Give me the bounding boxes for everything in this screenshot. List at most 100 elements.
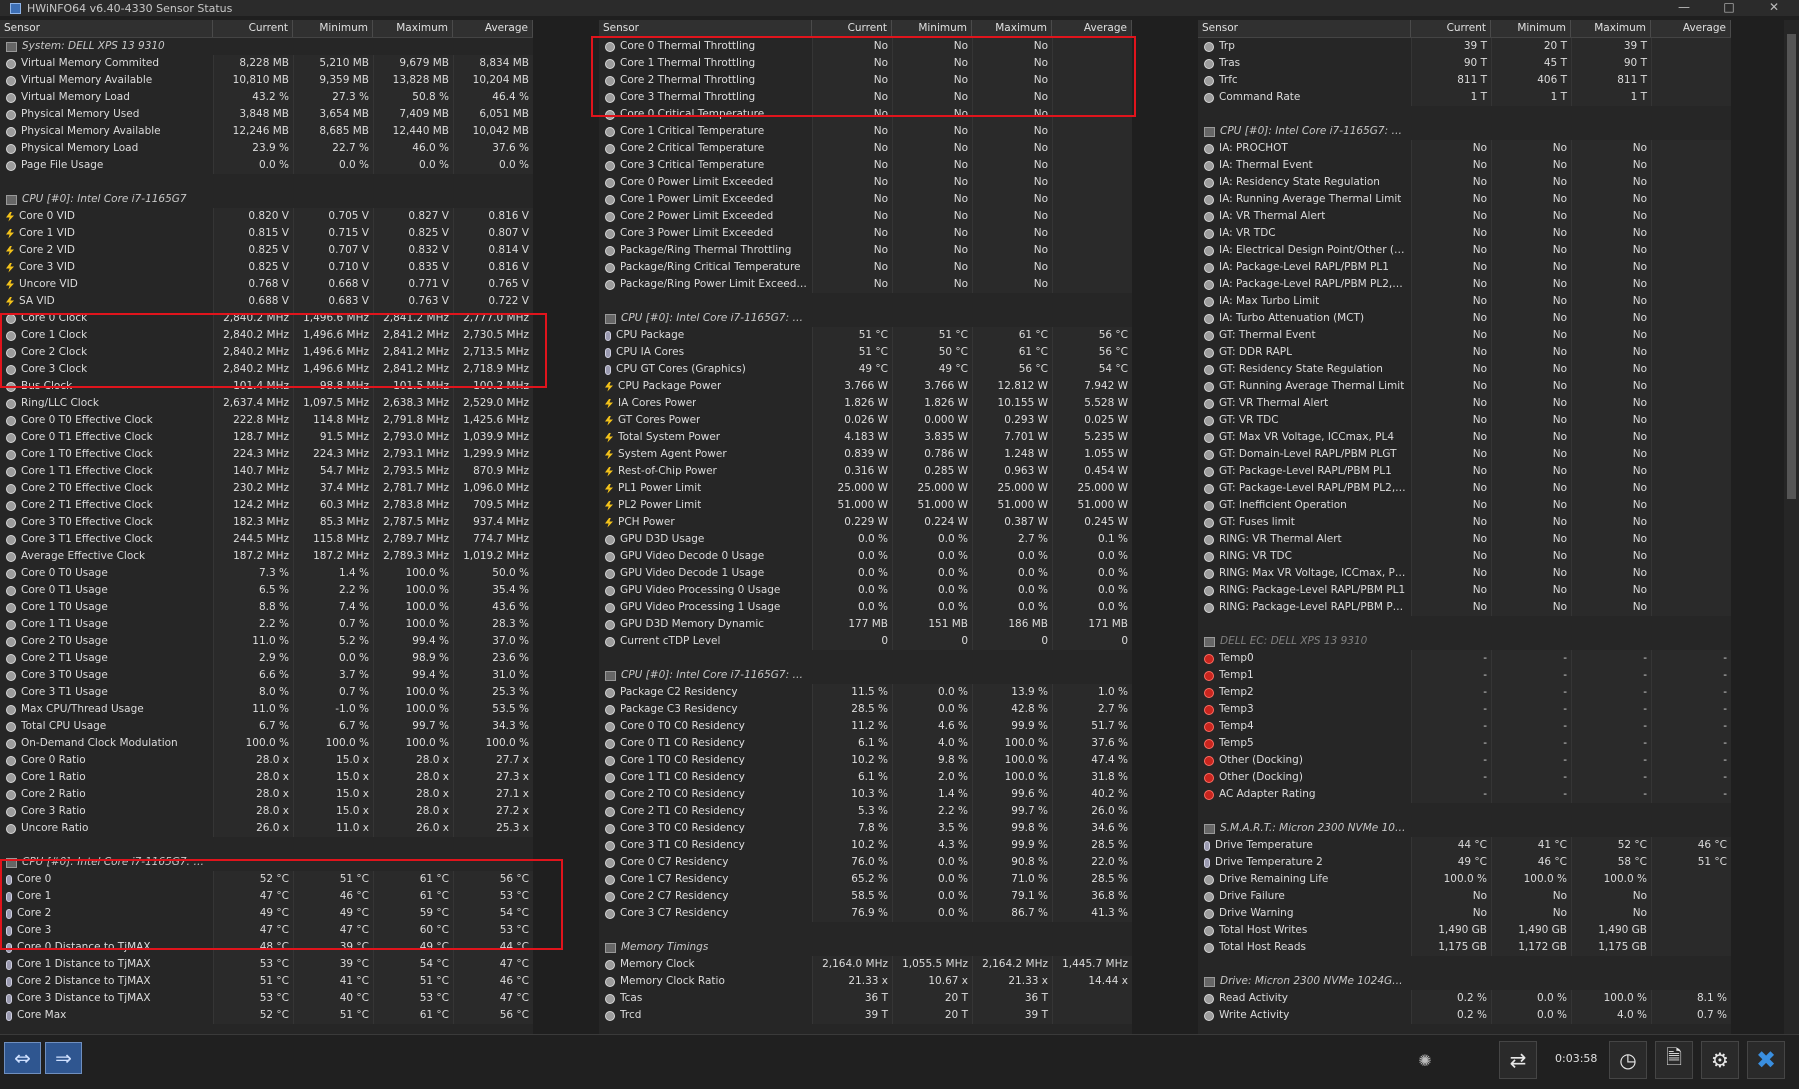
sensor-row[interactable]: Page File Usage 0.0 % 0.0 % 0.0 % 0.0 % [0,157,533,174]
sensor-row[interactable]: GPU Video Processing 1 Usage 0.0 % 0.0 % 0.… [599,599,1132,616]
sensor-row[interactable]: Average Effective Clock 187.2 MHz 187.2 MH… [0,548,533,565]
sensor-row[interactable]: GPU Video Processing 0 Usage 0.0 % 0.0 % 0.… [599,582,1132,599]
sensor-row[interactable]: On-Demand Clock Modulation 100.0 % 100.0 %… [0,735,533,752]
sensor-row[interactable]: GPU Video Decode 1 Usage 0.0 % 0.0 % 0.0 % 0… [599,565,1132,582]
sensor-row[interactable]: Temp3- - - - [1198,701,1731,718]
sensor-row[interactable]: IA: PROCHOT No No No [1198,140,1731,157]
group-header-row[interactable]: CPU [#0]: Intel Core i7-1165G7: Per... [1198,123,1731,140]
sensor-row[interactable]: Core 1 T0 C0 Residency 10.2 % 9.8 % 100.0 %… [599,752,1132,769]
sensor-row[interactable]: Core 2 Ratio 28.0 x 15.0 x 28.0 x 27.1 x [0,786,533,803]
sensor-row[interactable]: GPU Video Decode 0 Usage 0.0 % 0.0 % 0.0 % 0… [599,548,1132,565]
network-icon[interactable]: ✺ [1407,1041,1443,1079]
sensor-row[interactable]: Core 1 Thermal Throttling No No No [599,55,1132,72]
column-sensor[interactable]: Sensor [1198,20,1411,37]
sensor-row[interactable]: Core 3 T0 Effective Clock 182.3 MHz 85.3 M… [0,514,533,531]
sensor-row[interactable]: CPU Package Power 3.766 W 3.766 W 12.812 W7… [599,378,1132,395]
sensor-row[interactable]: RING: Max VR Voltage, ICCmax, PL4 No No No [1198,565,1731,582]
sensor-row[interactable]: Core 0 Power Limit Exceeded No No No [599,174,1132,191]
sensor-row[interactable]: System Agent Power 0.839 W 0.786 W 1.248 W1… [599,446,1132,463]
sensor-row[interactable]: GT: VR Thermal Alert No No No [1198,395,1731,412]
sensor-row[interactable]: Package/Ring Thermal Throttling No No No [599,242,1132,259]
sensor-row[interactable]: Core 2 T0 C0 Residency 10.3 % 1.4 % 99.6 % 4… [599,786,1132,803]
sensor-row[interactable]: Core 3 T1 Effective Clock 244.5 MHz 115.8 … [0,531,533,548]
sensor-row[interactable]: Core 3 Ratio 28.0 x 15.0 x 28.0 x 27.2 x [0,803,533,820]
sensor-row[interactable]: Core 3 47 °C 47 °C 60 °C 53 °C [0,922,533,939]
sensor-row[interactable]: Core 0 T1 Usage 6.5 % 2.2 % 100.0 % 35.4 % [0,582,533,599]
sensor-row[interactable]: Core 1 C7 Residency 65.2 % 0.0 % 71.0 % 28.5… [599,871,1132,888]
sensor-row[interactable]: IA: Max Turbo Limit No No No [1198,293,1731,310]
column-average[interactable]: Average [1651,20,1731,37]
sensor-row[interactable]: Command Rate 1 T1 T1 T [1198,89,1731,106]
sensor-row[interactable]: GT: Domain-Level RAPL/PBM PLGT No No No [1198,446,1731,463]
group-header-row[interactable]: DELL EC: DELL XPS 13 9310 [1198,633,1731,650]
sensor-row[interactable]: Core 0 Thermal Throttling No No No [599,38,1132,55]
column-maximum[interactable]: Maximum [972,20,1052,37]
sensor-row[interactable]: Core 1 Clock 2,840.2 MHz 1,496.6 MHz 2,841.… [0,327,533,344]
sensor-row[interactable]: Uncore Ratio 26.0 x 11.0 x 26.0 x 25.3 x [0,820,533,837]
sensor-row[interactable]: Core 2 Distance to TjMAX 51 °C 41 °C 51 °C 4… [0,973,533,990]
sensor-row[interactable]: Core 3 VID 0.825 V 0.710 V 0.835 V 0.816 V [0,259,533,276]
column-current[interactable]: Current [213,20,293,37]
expand-columns-icon[interactable]: ⇔ [4,1042,41,1074]
group-header-row[interactable]: CPU [#0]: Intel Core i7-1165G7: C-... [599,667,1132,684]
sensor-row[interactable]: Physical Memory Available 12,246 MB 8,685 … [0,123,533,140]
sensor-row[interactable]: GPU D3D Usage 0.0 % 0.0 % 2.7 % 0.1 % [599,531,1132,548]
sensor-row[interactable]: Core 2 VID 0.825 V 0.707 V 0.832 V 0.814 V [0,242,533,259]
sensor-row[interactable]: Bus Clock 101.4 MHz 98.8 MHz 101.5 MHz 100.2… [0,378,533,395]
sensor-row[interactable]: Core 1 VID 0.815 V 0.715 V 0.825 V 0.807 V [0,225,533,242]
sensor-row[interactable]: GT: DDR RAPL No No No [1198,344,1731,361]
sensor-row[interactable]: AC Adapter Rating - - - - [1198,786,1731,803]
sensor-row[interactable]: RING: VR Thermal Alert No No No [1198,531,1731,548]
sensor-row[interactable]: Core 0 T0 C0 Residency 11.2 % 4.6 % 99.9 % 5… [599,718,1132,735]
sensor-row[interactable]: Uncore VID 0.768 V 0.668 V 0.771 V 0.765 V [0,276,533,293]
report-computers-icon[interactable]: ⇄ [1499,1041,1537,1079]
sensor-row[interactable]: Package C3 Residency 28.5 % 0.0 % 42.8 % 2.7… [599,701,1132,718]
sensor-row[interactable]: IA: VR Thermal Alert No No No [1198,208,1731,225]
column-average[interactable]: Average [1052,20,1132,37]
sensor-row[interactable]: IA: Turbo Attenuation (MCT) No No No [1198,310,1731,327]
sensor-row[interactable]: PCH Power 0.229 W 0.224 W 0.387 W 0.245 W [599,514,1132,531]
column-maximum[interactable]: Maximum [1571,20,1651,37]
sensor-row[interactable]: Total Host Writes 1,490 GB 1,490 GB 1,490 G… [1198,922,1731,939]
settings-gear-icon[interactable]: ⚙ [1701,1041,1739,1079]
sensor-row[interactable]: Core 3 T0 C0 Residency 7.8 % 3.5 % 99.8 % 34… [599,820,1132,837]
sensor-row[interactable]: Total CPU Usage 6.7 % 6.7 % 99.7 % 34.3 % [0,718,533,735]
sensor-row[interactable]: IA Cores Power 1.826 W 1.826 W 10.155 W 5.52… [599,395,1132,412]
maximize-icon[interactable]: □ [1706,0,1752,16]
sensor-row[interactable]: GT: Max VR Voltage, ICCmax, PL4 No No No [1198,429,1731,446]
sensor-row[interactable]: Core 2 Thermal Throttling No No No [599,72,1132,89]
sensor-row[interactable]: Drive Remaining Life 100.0 % 100.0 % 100.0 … [1198,871,1731,888]
sensor-row[interactable]: IA: Residency State Regulation No No No [1198,174,1731,191]
sensor-row[interactable]: GT: Fuses limit No No No [1198,514,1731,531]
sensor-row[interactable]: Memory Clock Ratio 21.33 x 10.67 x 21.33 x1… [599,973,1132,990]
sensor-row[interactable]: Core 0 T1 C0 Residency 6.1 % 4.0 % 100.0 % 3… [599,735,1132,752]
sensor-row[interactable]: CPU GT Cores (Graphics) 49 °C 49 °C 56 °C 54… [599,361,1132,378]
column-header[interactable]: Sensor Current Minimum Maximum Average [599,20,1132,38]
sensor-row[interactable]: GT: VR TDC No No No [1198,412,1731,429]
sensor-row[interactable]: Temp5- - - - [1198,735,1731,752]
group-header-row[interactable]: CPU [#0]: Intel Core i7-1165G7: En... [599,310,1132,327]
column-minimum[interactable]: Minimum [1491,20,1571,37]
sensor-row[interactable]: Core 2 T1 C0 Residency 5.3 % 2.2 % 99.7 % 26… [599,803,1132,820]
sensor-row[interactable]: Core 1 T0 Effective Clock 224.3 MHz 224.3 … [0,446,533,463]
sensor-row[interactable]: Trfc 811 T 406 T 811 T [1198,72,1731,89]
close-x-icon[interactable]: ✖ [1747,1041,1785,1079]
sensor-row[interactable]: Core 2 T0 Effective Clock 230.2 MHz 37.4 M… [0,480,533,497]
sensor-row[interactable]: Core 0 T0 Effective Clock 222.8 MHz 114.8 … [0,412,533,429]
sensor-row[interactable]: Temp1- - - - [1198,667,1731,684]
sensor-panel-right[interactable]: Sensor Current Minimum Maximum Average T… [1198,20,1731,1034]
sensor-row[interactable]: Core 1 Distance to TjMAX 53 °C 39 °C 54 °C 4… [0,956,533,973]
sensor-row[interactable]: Temp2- - - - [1198,684,1731,701]
sensor-row[interactable]: PL2 Power Limit 51.000 W 51.000 W 51.000 W5… [599,497,1132,514]
sensor-row[interactable]: PL1 Power Limit 25.000 W 25.000 W 25.000 W2… [599,480,1132,497]
sensor-row[interactable]: RING: Package-Level RAPL/PBM PL1 No No No [1198,582,1731,599]
sensor-row[interactable]: Core 3 Critical Temperature No No No [599,157,1132,174]
sensor-row[interactable]: RING: VR TDC No No No [1198,548,1731,565]
sensor-row[interactable]: Rest-of-Chip Power 0.316 W 0.285 W 0.963 W0… [599,463,1132,480]
sensor-row[interactable]: Core 3 Distance to TjMAX 53 °C 40 °C 53 °C 4… [0,990,533,1007]
sensor-row[interactable]: CPU IA Cores 51 °C 50 °C 61 °C 56 °C [599,344,1132,361]
sensor-row[interactable]: Temp4- - - - [1198,718,1731,735]
sensor-row[interactable]: Core 1 Critical Temperature No No No [599,123,1132,140]
sensor-row[interactable]: Core 1 T1 C0 Residency 6.1 % 2.0 % 100.0 % 3… [599,769,1132,786]
sensor-row[interactable]: Package/Ring Critical Temperature No No No [599,259,1132,276]
